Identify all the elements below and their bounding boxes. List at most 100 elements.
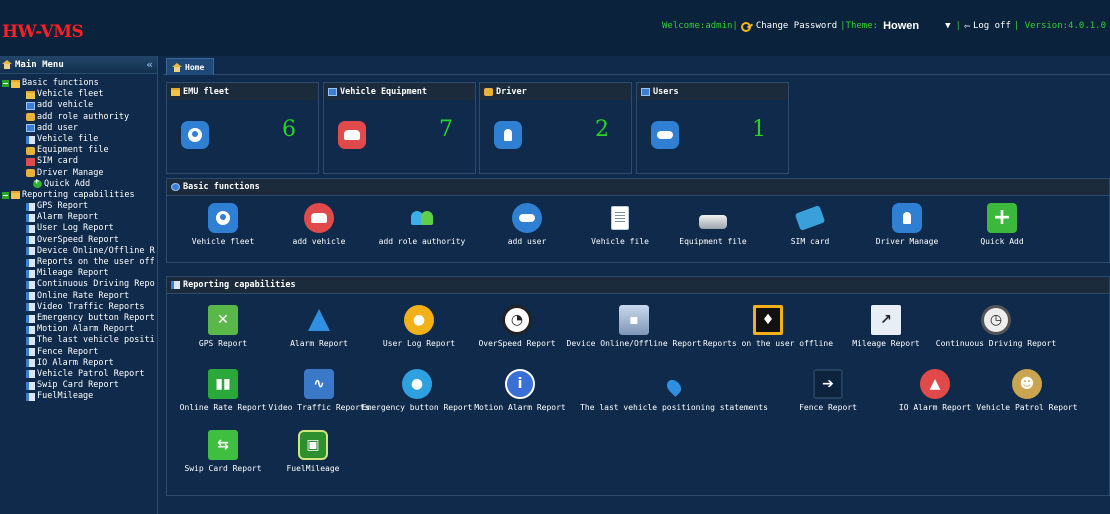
- report-item[interactable]: ⇆ Swip Card Report: [176, 430, 269, 473]
- report-icon: [26, 359, 35, 368]
- sidebar-header: Main Menu «: [0, 56, 157, 74]
- stat-card[interactable]: Driver 2: [479, 82, 632, 174]
- file-icon: [26, 135, 35, 144]
- sidebar-item[interactable]: Fence Report: [0, 347, 157, 358]
- sidebar-item-label: Swip Card Report: [37, 380, 119, 391]
- theme-select[interactable]: Howen ▼: [881, 20, 953, 32]
- sidebar-item-label: User Log Report: [37, 223, 114, 234]
- sidebar-item-label: add user: [37, 122, 78, 133]
- sidebar-item[interactable]: IO Alarm Report: [0, 358, 157, 369]
- sidebar-item[interactable]: Vehicle fleet: [0, 89, 157, 100]
- report-label: The last vehicle positioning statements: [580, 403, 768, 412]
- lock-icon-glyph: ♦: [761, 312, 775, 328]
- report-item[interactable]: ▪ Device Online/Offline Report: [556, 305, 712, 348]
- users-icon: [651, 121, 679, 149]
- sidebar-item[interactable]: Device Online/Offline R: [0, 246, 157, 257]
- sidebar-group[interactable]: Basic functions: [0, 78, 157, 89]
- report-item[interactable]: ● User Log Report: [375, 305, 463, 348]
- sidebar-item[interactable]: Mileage Report: [0, 268, 157, 279]
- report-label: Continuous Driving Report: [935, 339, 1057, 348]
- file-icon: [605, 203, 635, 233]
- report-item[interactable]: ☻ Vehicle Patrol Report: [967, 369, 1086, 412]
- sidebar-item[interactable]: Motion Alarm Report: [0, 324, 157, 335]
- sidebar-item[interactable]: GPS Report: [0, 201, 157, 212]
- basic-function-item[interactable]: Driver Manage: [857, 203, 957, 246]
- report-item[interactable]: ● Emergency button Report: [352, 369, 482, 412]
- report-item[interactable]: i Motion Alarm Report: [466, 369, 575, 412]
- sidebar-item[interactable]: OverSpeed Report: [0, 235, 157, 246]
- report-item[interactable]: ✕ GPS Report: [192, 305, 254, 348]
- logoff-link[interactable]: Log off: [973, 21, 1011, 31]
- role-icon: [26, 113, 35, 122]
- sidebar-item[interactable]: Alarm Report: [0, 212, 157, 223]
- sidebar-item[interactable]: SIM card: [0, 156, 157, 167]
- report-item[interactable]: ▲ IO Alarm Report: [891, 369, 979, 412]
- fire-icon-glyph: ●: [412, 312, 426, 328]
- sidebar-item[interactable]: add user: [0, 123, 157, 134]
- basic-function-item[interactable]: Vehicle fleet: [173, 203, 273, 246]
- basic-function-item[interactable]: add user: [477, 203, 577, 246]
- sidebar-item[interactable]: User Log Report: [0, 223, 157, 234]
- driver-icon-glyph: [504, 129, 512, 141]
- reporting-panel: Reporting capabilities ✕ GPS Report Alarm …: [166, 276, 1110, 496]
- report-item[interactable]: ➔ Fence Report: [792, 369, 864, 412]
- sidebar-item[interactable]: Driver Manage: [0, 168, 157, 179]
- report-item[interactable]: ◷ Continuous Driving Report: [926, 305, 1066, 348]
- sidebar-title: Main Menu: [15, 59, 64, 70]
- sidebar-item[interactable]: Quick Add: [0, 179, 157, 190]
- sidebar-item-label: The last vehicle positi: [37, 335, 155, 346]
- report-item[interactable]: The last vehicle positioning statements: [568, 369, 781, 412]
- basic-function-item[interactable]: Vehicle file: [570, 203, 670, 246]
- sidebar-item[interactable]: Continuous Driving Repo: [0, 279, 157, 290]
- sidebar-item[interactable]: Vehicle Patrol Report: [0, 369, 157, 380]
- sidebar-group[interactable]: Reporting capabilities: [0, 190, 157, 201]
- basic-function-item[interactable]: add vehicle: [269, 203, 369, 246]
- folder-icon: [26, 90, 35, 99]
- sidebar-item[interactable]: FuelMileage: [0, 391, 157, 402]
- stat-card[interactable]: Vehicle Equipment 7: [323, 82, 476, 174]
- sidebar-item[interactable]: Online Rate Report: [0, 291, 157, 302]
- basic-function-item[interactable]: SIM card: [760, 203, 860, 246]
- report-item[interactable]: ◔ OverSpeed Report: [470, 305, 563, 348]
- car-icon-glyph: [344, 130, 360, 140]
- top-bar: HW-VMS Welcome:admin| Change Password |T…: [0, 0, 1110, 56]
- basic-function-item[interactable]: + Quick Add: [952, 203, 1052, 246]
- collapse-toggle-icon[interactable]: [2, 80, 9, 88]
- alarm-icon: [304, 305, 334, 335]
- report-icon: [26, 247, 35, 256]
- basic-function-item[interactable]: Equipment file: [663, 203, 763, 246]
- report-item[interactable]: ▣ FuelMileage: [279, 430, 346, 473]
- stat-card[interactable]: EMU fleet 6: [166, 82, 319, 174]
- sidebar-item[interactable]: Reports on the user off: [0, 257, 157, 268]
- sidebar-item[interactable]: add role authority: [0, 112, 157, 123]
- sidebar-item[interactable]: Video Traffic Reports: [0, 302, 157, 313]
- sim-icon: [794, 203, 826, 233]
- change-password-link[interactable]: Change Password: [756, 21, 837, 31]
- report-item[interactable]: ♦ Reports on the user offline: [693, 305, 843, 348]
- sidebar-item[interactable]: The last vehicle positi: [0, 335, 157, 346]
- report-label: Reports on the user offline: [702, 339, 834, 348]
- collapse-toggle-icon[interactable]: [2, 191, 9, 199]
- stat-card-value: 1: [752, 117, 766, 142]
- tab-home[interactable]: Home: [166, 58, 214, 75]
- user-icon: [26, 124, 35, 133]
- report-icon: [26, 381, 35, 390]
- sidebar-item[interactable]: Emergency button Report: [0, 313, 157, 324]
- collapse-sidebar-button[interactable]: «: [146, 58, 153, 71]
- sidebar-item[interactable]: Swip Card Report: [0, 380, 157, 391]
- sidebar-item-label: Continuous Driving Repo: [37, 279, 155, 290]
- report-item[interactable]: ↗ Mileage Report: [845, 305, 928, 348]
- stat-card-header: Users: [637, 83, 788, 100]
- logoff-arrow-icon: ⇦: [963, 20, 970, 32]
- io-icon: ▲: [920, 369, 950, 399]
- io-icon-glyph: ▲: [929, 376, 941, 392]
- sidebar-item[interactable]: add vehicle: [0, 100, 157, 111]
- sidebar-item[interactable]: Equipment file: [0, 145, 157, 156]
- report-item[interactable]: Alarm Report: [283, 305, 355, 348]
- globe-icon-glyph: [216, 211, 230, 225]
- basic-function-label: Quick Add: [980, 237, 1024, 246]
- basic-function-item[interactable]: add role authority: [372, 203, 472, 246]
- stat-card[interactable]: Users 1: [636, 82, 789, 174]
- swap-icon-glyph: ⇆: [217, 437, 229, 453]
- sidebar-item[interactable]: Vehicle file: [0, 134, 157, 145]
